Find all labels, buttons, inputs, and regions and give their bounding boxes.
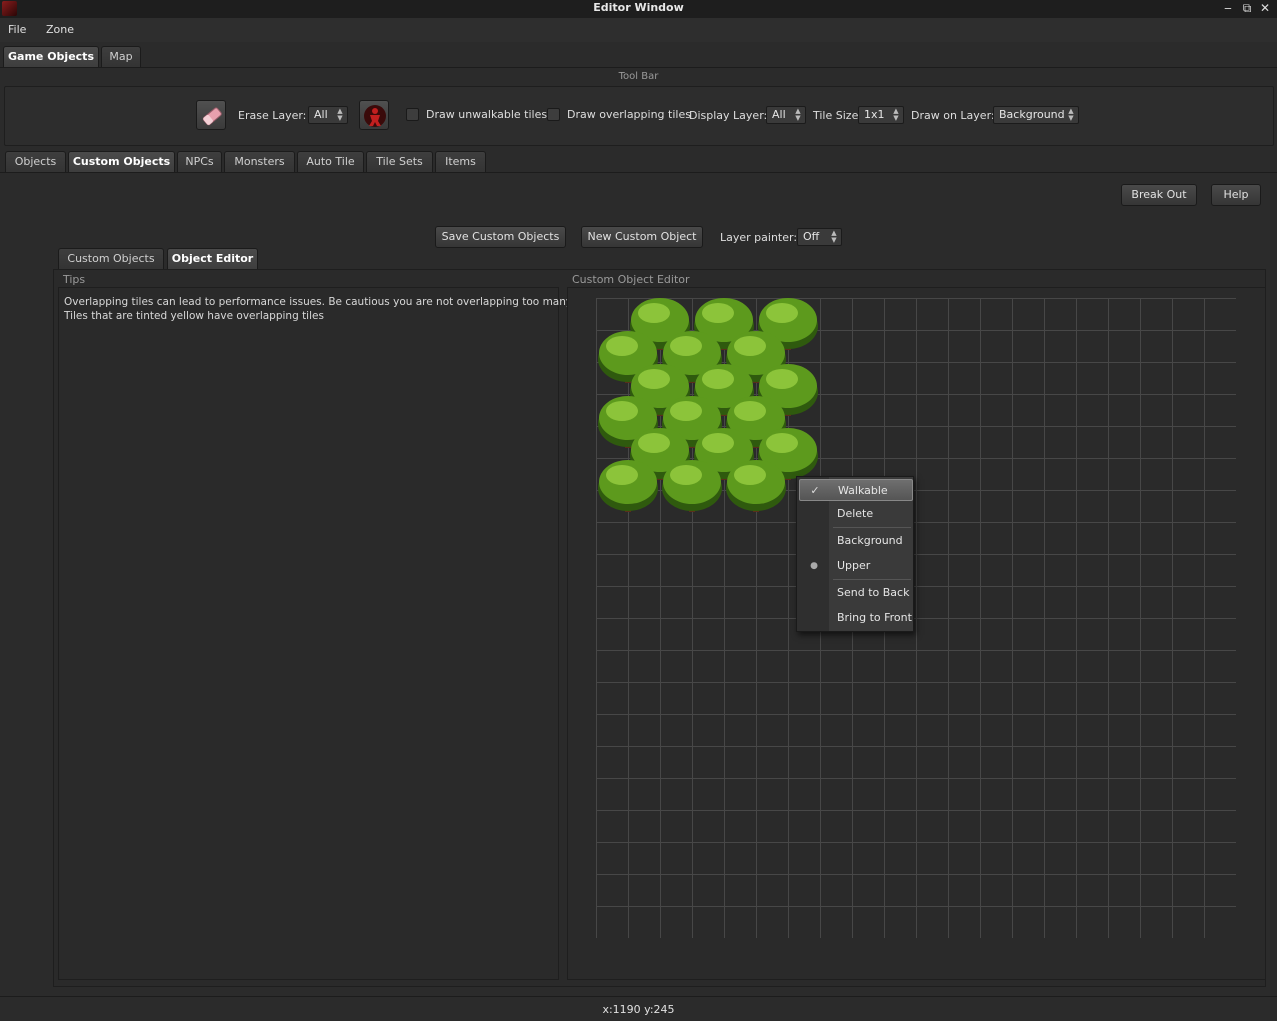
save-custom-objects-button[interactable]: Save Custom Objects	[435, 226, 566, 248]
menu-item-upper-label: Upper	[837, 559, 871, 572]
tab-divider	[0, 172, 1277, 173]
tips-text: Overlapping tiles can lead to performanc…	[64, 295, 601, 323]
erase-layer-select[interactable]: All ▲ ▼	[308, 106, 348, 124]
draw-overlapping-checkbox[interactable]	[547, 108, 560, 121]
tab-custom-objects-list[interactable]: Custom Objects	[58, 248, 164, 270]
layer-painter-label: Layer painter:	[720, 231, 798, 244]
tips-line-1: Overlapping tiles can lead to performanc…	[64, 296, 601, 308]
spin-arrows-icon: ▲ ▼	[1068, 107, 1074, 122]
tile-size-label: Tile Size	[813, 109, 859, 122]
new-custom-object-button[interactable]: New Custom Object	[581, 226, 703, 248]
tile-size-value: 1x1	[864, 108, 885, 121]
minimize-button[interactable]: ‒	[1221, 1, 1235, 15]
tile-size-select[interactable]: 1x1 ▲ ▼	[858, 106, 904, 124]
menu-file[interactable]: File	[8, 23, 26, 36]
draw-on-layer-value: Background	[999, 108, 1065, 121]
tree-sprite	[662, 460, 722, 512]
help-button[interactable]: Help	[1211, 184, 1261, 206]
erase-layer-value: All	[314, 108, 328, 121]
toolbar-label: Tool Bar	[618, 71, 659, 82]
tab-custom-objects[interactable]: Custom Objects	[68, 151, 175, 173]
check-icon: ✓	[810, 484, 820, 497]
tab-game-objects[interactable]: Game Objects	[3, 46, 99, 68]
tab-items[interactable]: Items	[435, 151, 486, 173]
walkable-brush-button[interactable]	[359, 100, 389, 130]
radio-selected-icon: ●	[810, 561, 818, 571]
menu-bar: File Zone	[0, 18, 1277, 42]
restore-button[interactable]: ⧉	[1240, 1, 1254, 15]
eraser-button[interactable]	[196, 100, 226, 130]
cursor-coordinates: x:1190 y:245	[602, 1003, 675, 1016]
draw-unwalkable-checkbox[interactable]	[406, 108, 419, 121]
spin-arrows-icon: ▲ ▼	[831, 229, 837, 244]
eraser-icon	[202, 107, 222, 126]
menu-item-bring-to-front-label: Bring to Front	[837, 611, 912, 624]
display-layer-value: All	[772, 108, 786, 121]
menu-separator	[833, 527, 911, 528]
menu-separator	[833, 579, 911, 580]
draw-overlapping-label: Draw overlapping tiles	[567, 108, 691, 121]
custom-object-editor-label: Custom Object Editor	[572, 273, 690, 286]
menu-item-send-to-back[interactable]: Send to Back	[797, 582, 913, 604]
menu-item-delete-label: Delete	[837, 507, 874, 520]
tab-tile-sets[interactable]: Tile Sets	[366, 151, 433, 173]
status-bar: x:1190 y:245	[0, 996, 1277, 1021]
menu-zone[interactable]: Zone	[46, 23, 74, 36]
tab-map[interactable]: Map	[101, 46, 141, 68]
layer-painter-select[interactable]: Off ▲ ▼	[797, 228, 842, 246]
tab-objects[interactable]: Objects	[5, 151, 66, 173]
spin-arrows-icon: ▲ ▼	[337, 107, 343, 122]
display-layer-label: Display Layer:	[689, 109, 768, 122]
context-menu: ✓ Walkable Delete Background ● Upper Sen…	[796, 476, 914, 632]
menu-item-background[interactable]: Background	[797, 530, 913, 552]
tab-divider	[0, 67, 1277, 68]
tips-panel	[58, 287, 559, 980]
display-layer-select[interactable]: All ▲ ▼	[766, 106, 806, 124]
draw-on-layer-label: Draw on Layer:	[911, 109, 995, 122]
menu-item-bring-to-front[interactable]: Bring to Front	[797, 607, 913, 629]
tab-auto-tile[interactable]: Auto Tile	[297, 151, 364, 173]
tips-line-2: Tiles that are tinted yellow have overla…	[64, 310, 324, 322]
draw-unwalkable-label: Draw unwalkable tiles	[426, 108, 548, 121]
menu-item-background-label: Background	[837, 534, 903, 547]
spin-arrows-icon: ▲ ▼	[893, 107, 899, 122]
menu-item-walkable[interactable]: ✓ Walkable	[799, 479, 913, 501]
tree-sprite	[726, 460, 786, 512]
character-icon	[364, 105, 386, 127]
tab-npcs[interactable]: NPCs	[177, 151, 222, 173]
tab-monsters[interactable]: Monsters	[224, 151, 295, 173]
window-title: Editor Window	[593, 1, 684, 14]
menu-item-walkable-label: Walkable	[838, 484, 888, 497]
break-out-button[interactable]: Break Out	[1121, 184, 1197, 206]
draw-on-layer-select[interactable]: Background ▲ ▼	[993, 106, 1079, 124]
menu-item-send-to-back-label: Send to Back	[837, 586, 910, 599]
tree-sprite	[598, 460, 658, 512]
menu-item-delete[interactable]: Delete	[797, 503, 913, 525]
tile-grid[interactable]	[596, 298, 1236, 938]
layer-painter-value: Off	[803, 230, 820, 243]
tab-object-editor[interactable]: Object Editor	[167, 248, 258, 270]
tree-cluster	[598, 298, 818, 512]
tips-label: Tips	[63, 273, 86, 286]
erase-layer-label: Erase Layer:	[238, 109, 307, 122]
menu-item-upper[interactable]: ● Upper	[797, 555, 913, 577]
spin-arrows-icon: ▲ ▼	[795, 107, 801, 122]
title-bar: Editor Window ‒ ⧉ ✕	[0, 0, 1277, 18]
close-button[interactable]: ✕	[1258, 1, 1272, 15]
